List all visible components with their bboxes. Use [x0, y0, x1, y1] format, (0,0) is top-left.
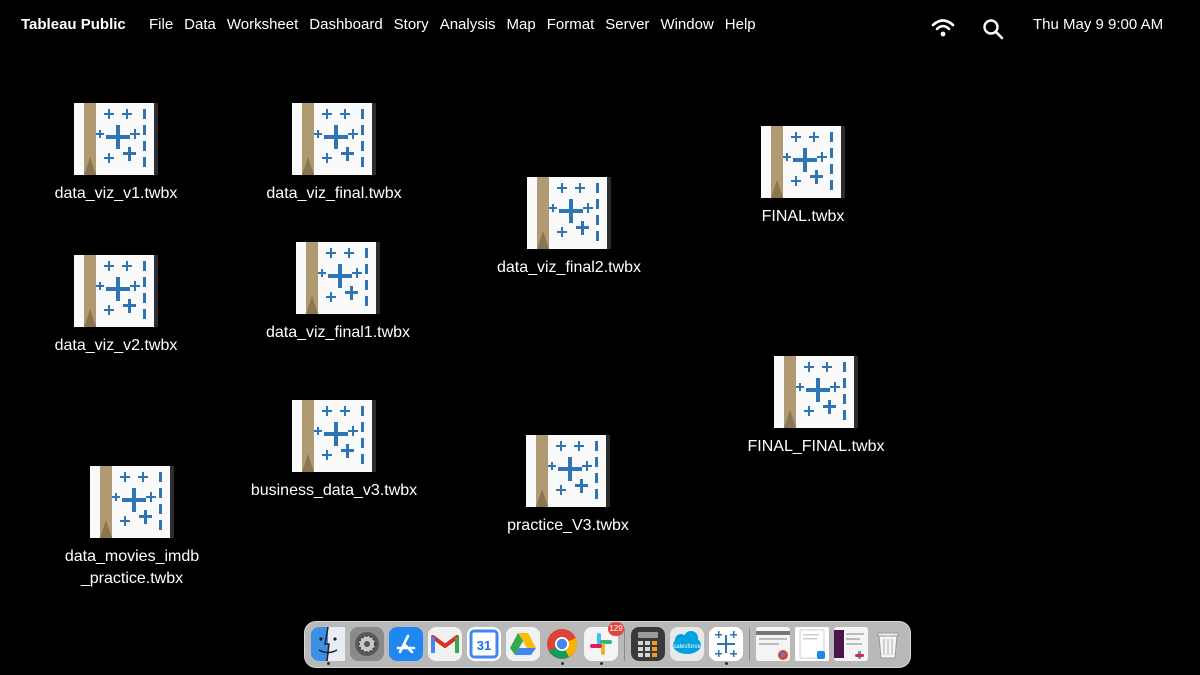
wifi-icon[interactable]: [931, 18, 955, 38]
slack-window-thumbnail[interactable]: [834, 627, 868, 661]
menu-window[interactable]: Window: [660, 16, 713, 33]
file-data-viz-final2[interactable]: data_viz_final2.twbx: [479, 177, 659, 279]
menu-help[interactable]: Help: [725, 16, 756, 33]
google-calendar-icon[interactable]: 31: [467, 627, 501, 661]
menu-clock[interactable]: Thu May 9 9:00 AM: [1033, 16, 1163, 33]
calendar-date: 31: [477, 638, 491, 653]
salesforce-icon[interactable]: salesforce: [670, 627, 704, 661]
dock-separator: [624, 628, 625, 661]
search-icon[interactable]: [982, 18, 1004, 40]
system-settings-icon[interactable]: [350, 627, 384, 661]
running-indicator: [561, 662, 564, 665]
file-final[interactable]: FINAL.twbx: [713, 126, 893, 228]
tableau-workbook-icon[interactable]: [74, 255, 158, 327]
app-menu[interactable]: Tableau Public: [21, 16, 126, 33]
menu-dashboard[interactable]: Dashboard: [309, 16, 382, 33]
chrome-window-thumbnail[interactable]: [756, 627, 790, 661]
menu-format[interactable]: Format: [547, 16, 595, 33]
notification-badge: 129: [608, 622, 624, 636]
menu-worksheet[interactable]: Worksheet: [227, 16, 298, 33]
file-name: FINAL.twbx: [761, 208, 845, 225]
file-name: data_movies_imdb _practice.twbx: [64, 548, 200, 587]
tableau-icon[interactable]: [709, 627, 743, 661]
menu-file[interactable]: File: [149, 16, 173, 33]
file-practice-v3[interactable]: practice_V3.twbx: [478, 435, 658, 537]
tableau-workbook-icon[interactable]: [527, 177, 611, 249]
file-name: FINAL_FINAL.twbx: [747, 438, 885, 455]
file-name: business_data_v3.twbx: [250, 482, 418, 499]
tableau-workbook-icon[interactable]: [526, 435, 610, 507]
file-name: data_viz_v2.twbx: [54, 337, 178, 354]
running-indicator: [600, 662, 603, 665]
running-indicator: [725, 662, 728, 665]
slack-icon[interactable]: 129: [584, 622, 624, 661]
tableau-workbook-icon[interactable]: [90, 466, 174, 538]
menu-data[interactable]: Data: [184, 16, 216, 33]
menu-story[interactable]: Story: [394, 16, 429, 33]
tableau-workbook-icon[interactable]: [296, 242, 380, 314]
gmail-icon[interactable]: [428, 627, 462, 661]
file-name: data_viz_final1.twbx: [265, 324, 411, 341]
tableau-workbook-icon[interactable]: [74, 103, 158, 175]
trash-icon[interactable]: [871, 627, 905, 661]
file-data-viz-final[interactable]: data_viz_final.twbx: [244, 103, 424, 205]
file-name: data_viz_final.twbx: [266, 185, 402, 202]
dock-separator: [749, 628, 750, 661]
tableau-workbook-icon[interactable]: [761, 126, 845, 198]
chrome-icon[interactable]: [545, 627, 579, 661]
menu-items: File Data Worksheet Dashboard Story Anal…: [149, 16, 767, 33]
document-thumbnail[interactable]: [795, 627, 829, 661]
tableau-workbook-icon[interactable]: [774, 356, 858, 428]
salesforce-wordmark: salesforce: [673, 644, 701, 650]
file-data-viz-v2[interactable]: data_viz_v2.twbx: [26, 255, 206, 357]
tableau-workbook-icon[interactable]: [292, 103, 376, 175]
file-name: data_viz_v1.twbx: [54, 185, 178, 202]
file-name: data_viz_final2.twbx: [496, 259, 642, 276]
file-business-data-v3[interactable]: business_data_v3.twbx: [244, 400, 424, 502]
finder-icon[interactable]: [311, 627, 345, 661]
file-name: practice_V3.twbx: [507, 517, 629, 534]
file-final-final[interactable]: FINAL_FINAL.twbx: [726, 356, 906, 458]
file-data-movies-imdb-practice[interactable]: data_movies_imdb _practice.twbx: [42, 466, 222, 590]
tableau-workbook-icon[interactable]: [292, 400, 376, 472]
app-store-icon[interactable]: [389, 627, 423, 661]
file-data-viz-final1[interactable]: data_viz_final1.twbx: [248, 242, 428, 344]
menu-analysis[interactable]: Analysis: [440, 16, 496, 33]
file-data-viz-v1[interactable]: data_viz_v1.twbx: [26, 103, 206, 205]
dock: 31 129 salesforce: [304, 621, 911, 668]
google-drive-icon[interactable]: [506, 627, 540, 661]
menu-server[interactable]: Server: [605, 16, 649, 33]
calculator-icon[interactable]: [631, 627, 665, 661]
menu-map[interactable]: Map: [507, 16, 536, 33]
menu-bar: Tableau Public File Data Worksheet Dashb…: [0, 0, 1200, 50]
running-indicator: [327, 662, 330, 665]
